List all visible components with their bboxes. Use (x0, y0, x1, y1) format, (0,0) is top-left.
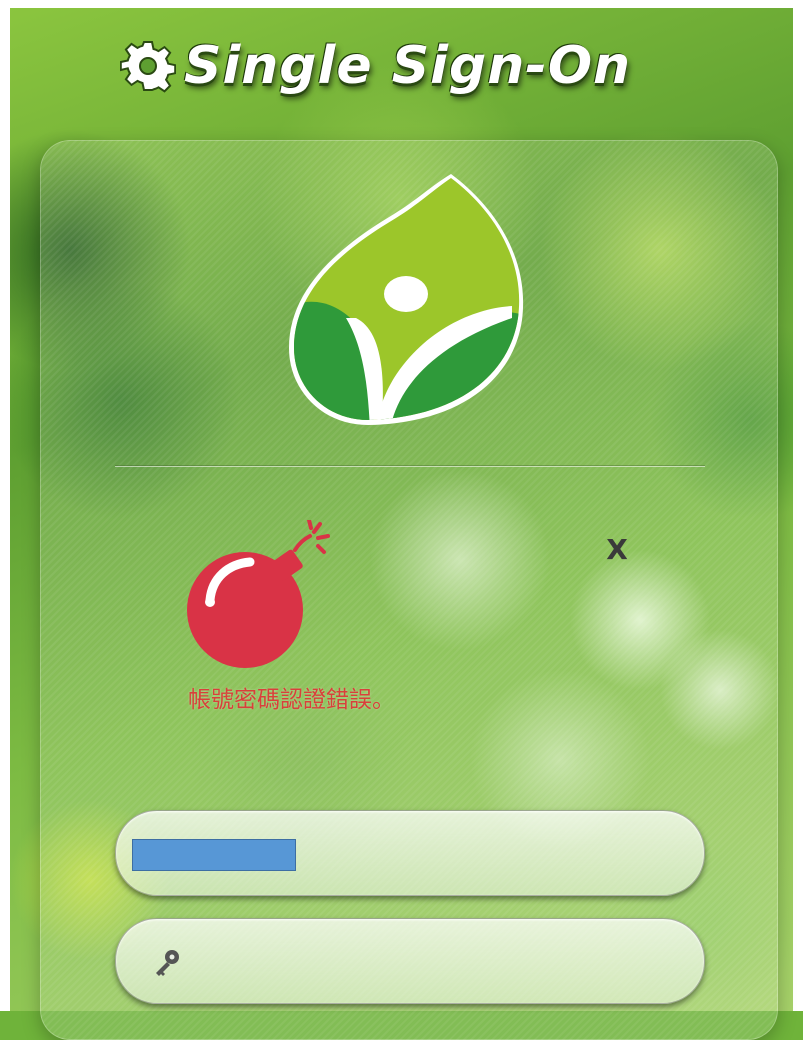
error-message: 帳號密碼認證錯誤。 (188, 687, 395, 713)
username-input[interactable] (190, 825, 674, 883)
school-leaf-logo (289, 174, 524, 425)
title-text: Single Sign-On (184, 36, 632, 96)
password-input[interactable] (190, 933, 674, 991)
password-field[interactable] (115, 918, 705, 1004)
divider (115, 466, 705, 467)
gear-icon (120, 41, 176, 93)
frame-left (0, 0, 10, 1011)
frame-right (793, 0, 803, 1011)
close-alert-button[interactable]: X (602, 533, 632, 567)
frame-top (0, 0, 803, 8)
page-title: Single Sign-On (120, 26, 720, 106)
key-icon (156, 950, 179, 976)
bomb-icon (187, 520, 330, 668)
username-field[interactable] (115, 810, 705, 896)
